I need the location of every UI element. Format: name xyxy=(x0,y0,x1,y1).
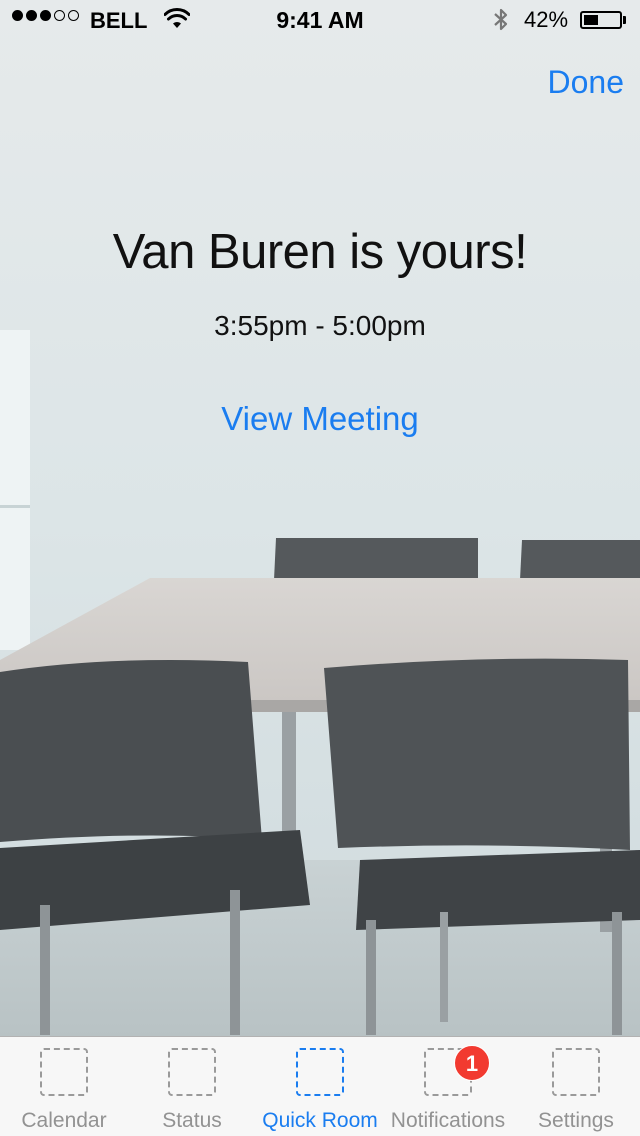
booking-headline: Van Buren is yours! xyxy=(112,225,528,279)
booking-time-range: 3:55pm - 5:00pm xyxy=(214,310,426,341)
settings-icon xyxy=(552,1048,600,1096)
battery-level-fill xyxy=(584,15,598,25)
status-bar: BELL 9:41 AM 42% xyxy=(0,0,640,40)
tab-label: Notifications xyxy=(390,1109,506,1132)
view-meeting-link[interactable]: View Meeting xyxy=(0,400,640,438)
bluetooth-icon xyxy=(494,8,508,31)
done-button[interactable]: Done xyxy=(548,64,625,101)
tab-quick-room[interactable]: Quick Room xyxy=(256,1037,384,1136)
tab-label: Quick Room xyxy=(262,1109,378,1132)
tab-label: Settings xyxy=(538,1109,614,1132)
battery-icon xyxy=(580,11,622,29)
battery-percentage: 42% xyxy=(524,7,569,32)
battery-tip xyxy=(623,16,626,24)
conference-room-photo xyxy=(0,0,640,1040)
tab-bar: Calendar Status Quick Room 1 Notificatio… xyxy=(0,1036,640,1136)
tab-label: Status xyxy=(162,1109,222,1132)
notification-badge: 1 xyxy=(454,1045,490,1081)
tab-calendar[interactable]: Calendar xyxy=(0,1037,128,1136)
calendar-icon xyxy=(40,1048,88,1096)
quick-room-confirmation-screen: BELL 9:41 AM 42% Done Van Buren is yours… xyxy=(0,0,640,1136)
quick-room-icon xyxy=(296,1048,344,1096)
tab-notifications[interactable]: 1 Notifications xyxy=(384,1037,512,1136)
tab-settings[interactable]: Settings xyxy=(512,1037,640,1136)
status-icon xyxy=(168,1048,216,1096)
tab-label: Calendar xyxy=(21,1109,107,1132)
tab-status[interactable]: Status xyxy=(128,1037,256,1136)
